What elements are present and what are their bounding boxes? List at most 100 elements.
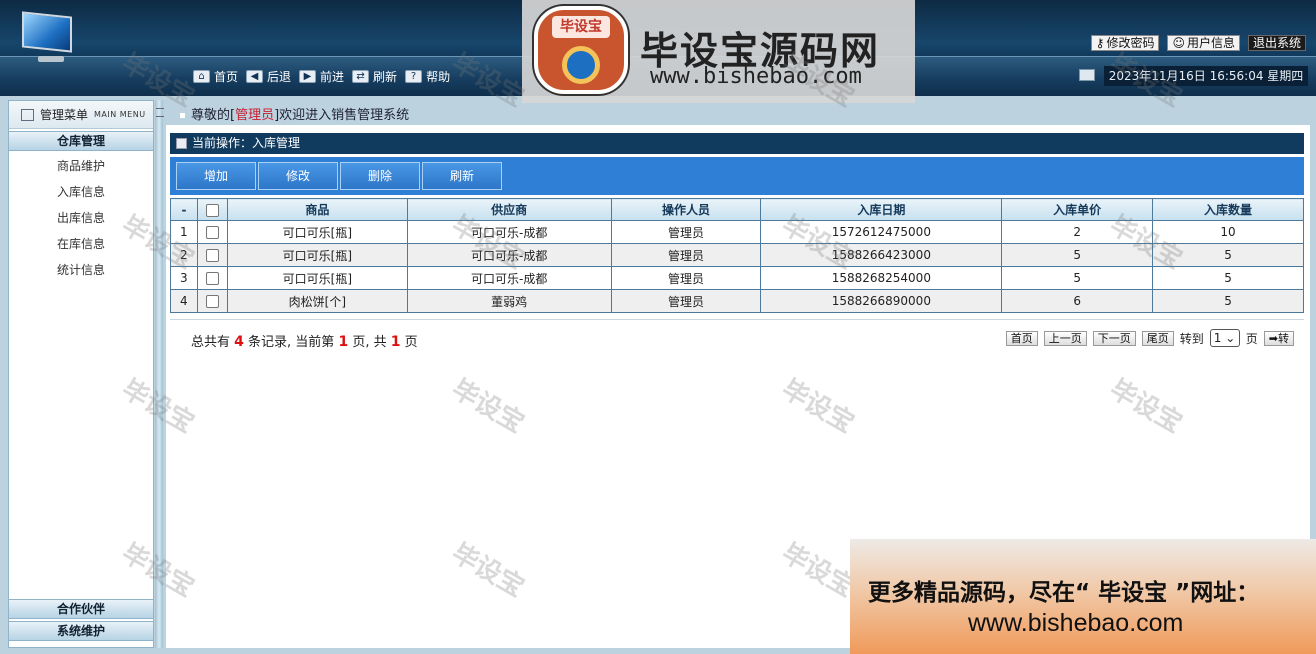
go-button[interactable]: ➡转 — [1263, 330, 1294, 346]
operator-cell: 管理员 — [610, 220, 762, 244]
page-select[interactable]: 1 ⌄ — [1209, 329, 1240, 347]
welcome-message: 尊敬的[管理员]欢迎进入销售管理系统 — [180, 104, 409, 123]
last-page-button[interactable]: 尾页 — [1141, 330, 1174, 346]
nav-back[interactable]: ◀ 后退 — [246, 68, 291, 85]
delete-button[interactable]: 删除 — [340, 162, 420, 190]
menu-icon — [21, 108, 34, 121]
supplier-cell: 可口可乐-成都 — [406, 220, 612, 244]
nav-refresh-label: 刷新 — [373, 70, 398, 84]
nav-forward-label: 前进 — [320, 70, 345, 84]
column-header-select — [196, 198, 228, 221]
nav-help[interactable]: ? 帮助 — [405, 68, 450, 85]
pager-controls: 首页 上一页 下一页 尾页 转到 1 ⌄ 页 ➡转 — [1005, 329, 1294, 347]
monitor-logo-icon — [18, 11, 80, 64]
date-cell: 1588266890000 — [760, 289, 1003, 313]
key-icon: ⚷ — [1095, 36, 1105, 50]
chevron-down-icon: ⌄ — [1225, 331, 1236, 345]
back-arrow-icon: ◀ — [246, 70, 264, 83]
table-row[interactable]: 4 肉松饼[个] 董弱鸡 管理员 1588266890000 6 5 — [170, 289, 1304, 313]
user-info-button[interactable]: ☺ 用户信息 — [1167, 35, 1240, 51]
supplier-cell: 董弱鸡 — [406, 289, 612, 313]
operator-cell: 管理员 — [610, 289, 762, 313]
menu-group-partners[interactable]: 合作伙伴 — [9, 599, 153, 619]
logout-label: 退出系统 — [1252, 36, 1301, 50]
operator-cell: 管理员 — [610, 243, 762, 267]
product-cell: 可口可乐[瓶] — [226, 243, 408, 267]
column-header-index: - — [170, 198, 198, 221]
first-page-button[interactable]: 首页 — [1005, 330, 1038, 346]
change-password-button[interactable]: ⚷ 修改密码 — [1090, 35, 1160, 51]
column-header-quantity[interactable]: 入库数量 — [1152, 198, 1304, 221]
goto-label: 转到 — [1179, 331, 1204, 346]
row-checkbox[interactable] — [205, 226, 219, 239]
sidebar: 管理菜单 MAIN MENU 仓库管理 商品维护 入库信息 出库信息 在库信息 … — [8, 100, 154, 648]
monitor-icon — [1079, 69, 1095, 81]
change-password-label: 修改密码 — [1106, 36, 1155, 50]
date-cell: 1572612475000 — [760, 220, 1003, 244]
prev-page-button[interactable]: 上一页 — [1043, 330, 1087, 346]
add-button[interactable]: 增加 — [176, 162, 256, 190]
quantity-cell: 10 — [1152, 220, 1304, 244]
menu-item-outbound[interactable]: 出库信息 — [9, 205, 153, 231]
pager-text-4: 页 — [404, 335, 418, 350]
table-row[interactable]: 2 可口可乐[瓶] 可口可乐-成都 管理员 1588266423000 5 5 — [170, 243, 1304, 267]
column-header-supplier[interactable]: 供应商 — [406, 198, 612, 221]
nav-home[interactable]: ⌂ 首页 — [193, 68, 238, 85]
next-page-button[interactable]: 下一页 — [1092, 330, 1136, 346]
table-row[interactable]: 1 可口可乐[瓶] 可口可乐-成都 管理员 1572612475000 2 10 — [170, 220, 1304, 244]
menu-item-statistics[interactable]: 统计信息 — [9, 257, 153, 283]
badge-text: 毕设宝 — [552, 16, 610, 38]
row-index: 2 — [170, 243, 198, 267]
table-row[interactable]: 3 可口可乐[瓶] 可口可乐-成都 管理员 1588268254000 5 5 — [170, 266, 1304, 290]
sidebar-splitter[interactable] — [155, 100, 163, 648]
date-cell: 1588266423000 — [760, 243, 1003, 267]
operator-cell: 管理员 — [610, 266, 762, 290]
sidebar-header: 管理菜单 MAIN MENU — [9, 101, 153, 129]
menu-group-system[interactable]: 系统维护 — [9, 621, 153, 641]
product-cell: 可口可乐[瓶] — [226, 266, 408, 290]
row-checkbox[interactable] — [205, 272, 219, 285]
row-checkbox[interactable] — [205, 295, 219, 308]
row-select-cell — [196, 243, 228, 267]
bullet-icon — [180, 113, 185, 118]
sidebar-subtitle: MAIN MENU — [94, 110, 146, 119]
column-header-operator[interactable]: 操作人员 — [610, 198, 762, 221]
product-cell: 可口可乐[瓶] — [226, 220, 408, 244]
logout-button[interactable]: 退出系统 — [1247, 35, 1306, 51]
menu-item-in-stock[interactable]: 在库信息 — [9, 231, 153, 257]
top-nav: ⌂ 首页 ◀ 后退 ▶ 前进 ⇄ 刷新 ? 帮助 — [193, 68, 450, 85]
row-index: 3 — [170, 266, 198, 290]
edit-button[interactable]: 修改 — [258, 162, 338, 190]
nav-refresh[interactable]: ⇄ 刷新 — [352, 68, 397, 85]
nav-back-label: 后退 — [267, 70, 292, 84]
help-icon: ? — [405, 70, 423, 83]
datetime-display: 2023年11月16日 16:56:04 星期四 — [1104, 66, 1308, 86]
refresh-icon: ⇄ — [352, 70, 370, 83]
promo-banner[interactable]: 更多精品源码，尽在“ 毕设宝 ”网址： www.bishebao.com — [850, 539, 1316, 654]
welcome-prefix: 尊敬的[ — [191, 108, 236, 123]
menu-group-warehouse[interactable]: 仓库管理 — [9, 131, 153, 151]
supplier-cell: 可口可乐-成都 — [406, 266, 612, 290]
user-icon: ☺ — [1172, 36, 1185, 50]
banner-url: www.bishebao.com — [650, 64, 862, 89]
page-select-value: 1 — [1213, 331, 1222, 345]
column-header-unit-price[interactable]: 入库单价 — [1001, 198, 1154, 221]
menu-item-inbound[interactable]: 入库信息 — [9, 179, 153, 205]
nav-forward[interactable]: ▶ 前进 — [299, 68, 344, 85]
collapse-icon[interactable] — [156, 108, 164, 117]
select-all-checkbox[interactable] — [205, 203, 219, 217]
current-operation-label: 当前操作：入库管理 — [192, 136, 301, 150]
column-header-date[interactable]: 入库日期 — [760, 198, 1003, 221]
row-checkbox[interactable] — [205, 249, 219, 262]
current-operation-bar: 当前操作：入库管理 — [170, 133, 1304, 154]
user-info-label: 用户信息 — [1186, 36, 1235, 50]
pager-summary: 总共有 4 条记录, 当前第 1 页, 共 1 页 — [191, 331, 418, 350]
unit-price-cell: 5 — [1001, 243, 1154, 267]
menu-item-product-maintenance[interactable]: 商品维护 — [9, 153, 153, 179]
inbound-table: - 商品 供应商 操作人员 入库日期 入库单价 入库数量 1 可口可乐[瓶] 可… — [170, 198, 1304, 313]
column-header-product[interactable]: 商品 — [226, 198, 408, 221]
refresh-button[interactable]: 刷新 — [422, 162, 502, 190]
sidebar-title: 管理菜单 — [40, 108, 89, 122]
page-unit-label: 页 — [1245, 331, 1258, 346]
unit-price-cell: 6 — [1001, 289, 1154, 313]
